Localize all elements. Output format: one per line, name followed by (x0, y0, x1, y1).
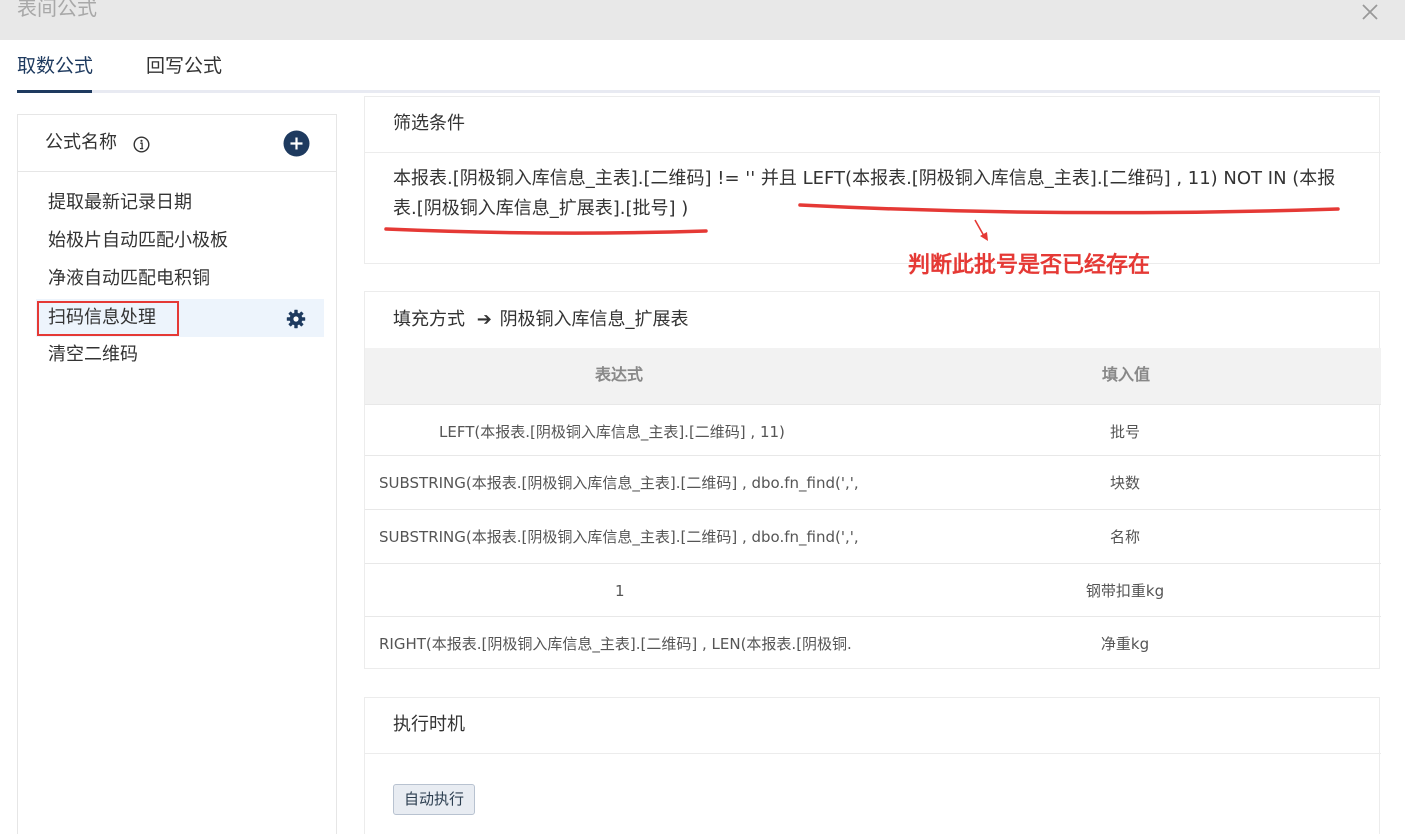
add-formula-icon[interactable] (283, 130, 310, 157)
close-icon[interactable] (1359, 1, 1381, 23)
row-value: 批号 (1109, 423, 1140, 441)
filter-header: 筛选条件 (393, 113, 465, 134)
formula-item[interactable]: 始极片自动匹配小极板 (48, 229, 228, 253)
row-expression: 1 (615, 582, 625, 600)
arrow-right-icon: ➔ (476, 309, 492, 330)
annotation-highlight-box (37, 301, 179, 336)
active-tab-indicator (17, 90, 92, 93)
formula-tabs: 取数公式 回写公式 (17, 40, 1380, 93)
fill-target-table: 阴极铜入库信息_扩展表 (499, 309, 689, 330)
filter-expression[interactable]: 本报表.[阴极铜入库信息_主表].[二维码] != '' 并且 LEFT(本报表… (393, 164, 1353, 224)
fill-header: 填充方式 ➔ 阴极铜入库信息_扩展表 (393, 308, 689, 332)
formula-item[interactable]: 清空二维码 (48, 343, 138, 367)
divider (365, 753, 1381, 754)
row-value: 名称 (1109, 528, 1140, 546)
tab-label: 取数公式 (17, 55, 94, 77)
fill-table-header: 表达式 填入值 (365, 348, 1381, 404)
tab-writeback-formula[interactable]: 回写公式 (146, 53, 222, 79)
table-row[interactable]: 1 钢带扣重kg (365, 563, 1381, 617)
divider (365, 152, 1381, 153)
table-row[interactable]: LEFT(本报表.[阴极铜入库信息_主表].[二维码] , 11) 批号 (365, 404, 1381, 458)
row-value: 块数 (1109, 474, 1140, 492)
row-expression: SUBSTRING(本报表.[阴极铜入库信息_主表].[二维码] , dbo.f… (379, 528, 859, 546)
row-expression: LEFT(本报表.[阴极铜入库信息_主表].[二维码] , 11) (439, 423, 785, 441)
formula-list-title: 公式名称 (45, 132, 117, 153)
filter-card: 筛选条件 本报表.[阴极铜入库信息_主表].[二维码] != '' 并且 LEF… (364, 96, 1381, 264)
annotation-note: 判断此批号是否已经存在 (908, 253, 1151, 278)
tab-fetch-formula[interactable]: 取数公式 (17, 53, 93, 79)
column-header-value: 填入值 (1102, 365, 1151, 384)
fill-header-label: 填充方式 (393, 309, 465, 330)
table-row[interactable]: SUBSTRING(本报表.[阴极铜入库信息_主表].[二维码] , dbo.f… (365, 455, 1381, 509)
execution-card: 执行时机 自动执行 (364, 697, 1381, 834)
formula-list-header: 公式名称 (18, 115, 336, 172)
row-expression: RIGHT(本报表.[阴极铜入库信息_主表].[二维码] , LEN(本报表.[… (379, 635, 852, 653)
dialog-titlebar: 表间公式 (0, 0, 1405, 40)
formula-item[interactable]: 净液自动匹配电积铜 (48, 267, 210, 291)
row-value: 钢带扣重kg (1085, 582, 1165, 600)
row-value: 净重kg (1100, 635, 1150, 653)
gear-icon[interactable] (286, 309, 306, 329)
info-icon[interactable] (133, 136, 150, 153)
dialog-title: 表间公式 (17, 0, 97, 20)
auto-execute-button[interactable]: 自动执行 (393, 784, 476, 815)
formula-item[interactable]: 提取最新记录日期 (48, 191, 192, 215)
table-row[interactable]: SUBSTRING(本报表.[阴极铜入库信息_主表].[二维码] , dbo.f… (365, 509, 1381, 563)
row-expression: SUBSTRING(本报表.[阴极铜入库信息_主表].[二维码] , dbo.f… (379, 474, 859, 492)
fill-card: 填充方式 ➔ 阴极铜入库信息_扩展表 表达式 填入值 LEFT(本报表.[阴极铜… (364, 291, 1381, 670)
table-row[interactable]: RIGHT(本报表.[阴极铜入库信息_主表].[二维码] , LEN(本报表.[… (365, 616, 1381, 670)
formula-list-panel: 公式名称 提取最新记录日期 始极片自动匹配小极板 净液自动匹配电积铜 扫码信息处… (17, 114, 337, 834)
column-header-expression: 表达式 (595, 365, 644, 384)
tab-label: 回写公式 (146, 55, 223, 77)
execution-header: 执行时机 (393, 714, 465, 735)
